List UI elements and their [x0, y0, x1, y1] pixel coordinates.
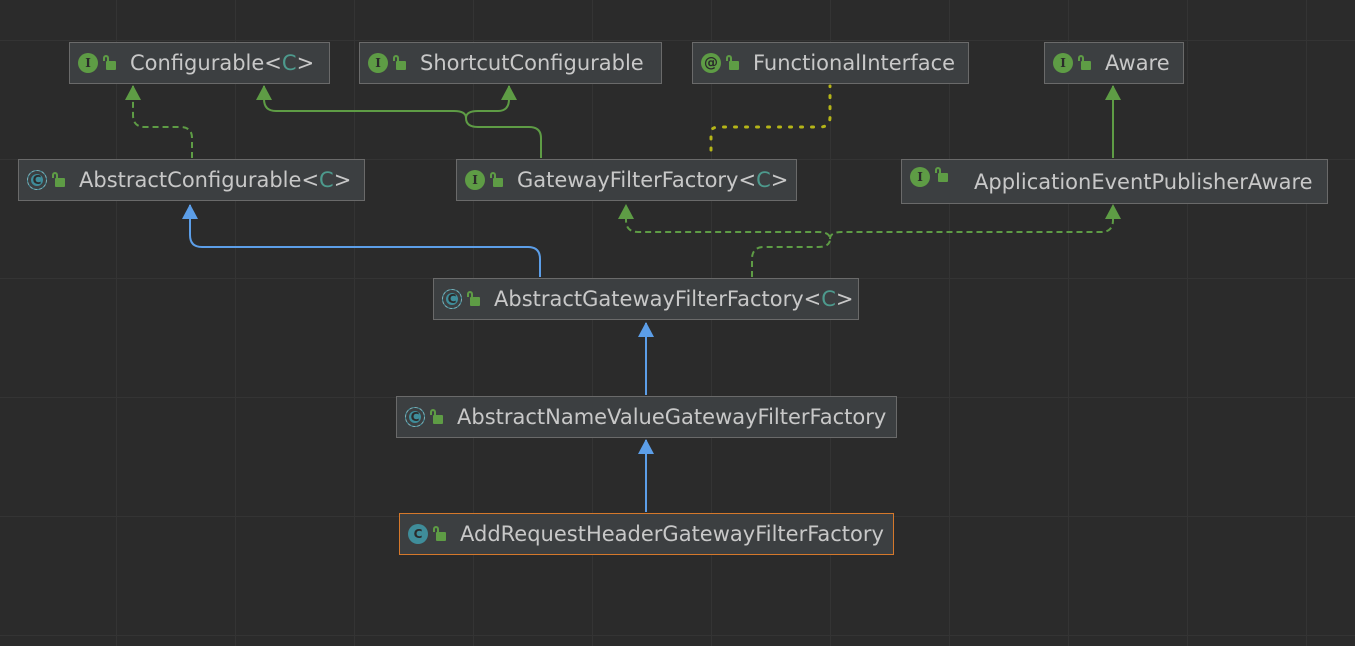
interface-icon: I [465, 170, 485, 190]
public-lock-icon [1078, 55, 1091, 70]
node-functional-interface[interactable]: @ FunctionalInterface [692, 42, 969, 84]
public-lock-icon [393, 55, 406, 70]
arrowhead [501, 85, 517, 100]
node-label: AbstractGatewayFilterFactory < C > [494, 287, 854, 311]
class-name: AbstractGatewayFilterFactory [494, 287, 804, 311]
node-configurable[interactable]: I Configurable < C > [69, 42, 330, 84]
class-name: AbstractNameValueGatewayFilterFactory [457, 405, 887, 429]
edge-gatewayfilterfactory-configurable [263, 86, 542, 158]
public-lock-icon [490, 172, 503, 187]
node-label: ShortcutConfigurable [420, 51, 644, 75]
public-lock-icon [726, 55, 739, 70]
edge-agff-abstractconfigurable [189, 205, 541, 277]
class-name: ApplicationEventPublisherAware [974, 169, 1313, 194]
interface-icon: I [368, 53, 388, 73]
class-name: ShortcutConfigurable [420, 51, 644, 75]
type-parameter: C [756, 168, 771, 192]
node-label: AbstractConfigurable < C > [79, 168, 352, 192]
arrowhead [638, 439, 654, 454]
class-name: AddRequestHeaderGatewayFilterFactory [460, 522, 884, 546]
class-name: Configurable [130, 51, 265, 75]
arrowhead [638, 322, 654, 337]
node-abstract-gateway-filter-factory[interactable]: C AbstractGatewayFilterFactory < C > [433, 278, 859, 320]
node-aware[interactable]: I Aware [1044, 42, 1184, 84]
public-lock-icon [467, 291, 480, 306]
public-lock-icon [103, 55, 116, 70]
node-gateway-filter-factory[interactable]: I GatewayFilterFactory < C > [456, 159, 797, 201]
edge-gatewayfilterfactory-shortcut [465, 86, 510, 119]
type-parameter: C [821, 287, 836, 311]
class-name: FunctionalInterface [753, 51, 956, 75]
abstract-class-icon: C [442, 289, 462, 309]
uml-diagram-canvas: I Configurable < C > I ShortcutConfigurable… [0, 0, 1355, 646]
abstract-class-icon: C [27, 170, 47, 190]
annotation-icon: @ [701, 53, 721, 73]
class-name: GatewayFilterFactory [517, 168, 739, 192]
public-lock-icon [935, 167, 948, 182]
node-add-request-header-gateway-filter-factory[interactable]: C AddRequestHeaderGatewayFilterFactory [399, 513, 894, 555]
edge-agff-gatewayfilterfactory [625, 205, 832, 277]
class-icon: C [408, 524, 428, 544]
arrowhead [1105, 204, 1121, 219]
node-label: GatewayFilterFactory < C > [517, 168, 789, 192]
node-shortcut-configurable[interactable]: I ShortcutConfigurable [359, 42, 662, 84]
type-parameter: C [319, 168, 334, 192]
node-application-event-publisher-aware[interactable]: I ApplicationEventPublisherAware [901, 159, 1328, 204]
public-lock-icon [52, 172, 65, 187]
interface-icon: I [1053, 53, 1073, 73]
node-abstract-name-value-gateway-filter-factory[interactable]: C AbstractNameValueGatewayFilterFactory [396, 396, 897, 438]
abstract-class-icon: C [405, 407, 425, 427]
node-label: Aware [1105, 51, 1170, 75]
node-label: Configurable < C > [130, 51, 315, 75]
interface-icon: I [910, 166, 930, 187]
node-label: AbstractNameValueGatewayFilterFactory [457, 405, 886, 429]
class-name: Aware [1105, 51, 1170, 75]
arrowhead [1105, 85, 1121, 100]
arrowhead [182, 204, 198, 219]
public-lock-icon [433, 526, 446, 541]
node-abstract-configurable[interactable]: C AbstractConfigurable < C > [18, 159, 365, 201]
edge-gatewayfilterfactory-functional [709, 84, 832, 152]
edge-agff-apepa [829, 205, 1114, 240]
arrowhead [125, 85, 141, 100]
type-parameter: C [281, 51, 297, 75]
node-label: AddRequestHeaderGatewayFilterFactory [460, 522, 884, 546]
node-label: FunctionalInterface [753, 51, 955, 75]
arrowhead [618, 204, 634, 219]
class-name: AbstractConfigurable [79, 168, 302, 192]
arrowhead [256, 85, 272, 100]
public-lock-icon [430, 409, 443, 424]
node-label: ApplicationEventPublisherAware [974, 170, 1313, 194]
interface-icon: I [78, 53, 98, 73]
edge-abstractconfigurable-configurable [132, 86, 193, 158]
